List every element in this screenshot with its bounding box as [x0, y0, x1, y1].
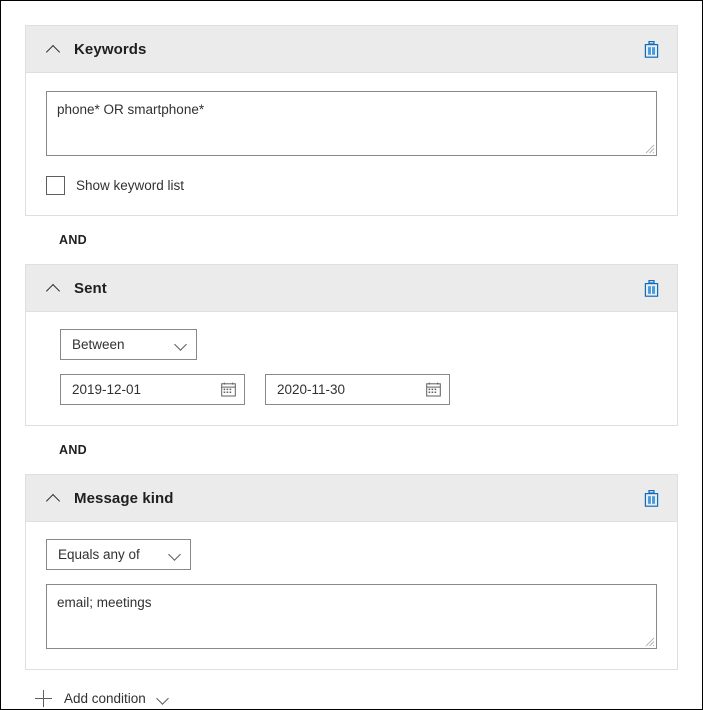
condition-header-message-kind: Message kind	[26, 475, 677, 522]
chevron-up-icon	[47, 282, 60, 295]
separator-and-1: AND	[25, 216, 678, 264]
message-kind-input-wrap	[46, 584, 657, 649]
sent-date-from-value: 2019-12-01	[72, 382, 221, 397]
condition-card-sent: Sent Between 2019-12-01	[25, 264, 678, 426]
show-keyword-list-row[interactable]: Show keyword list	[46, 176, 184, 195]
delete-condition-message-kind[interactable]	[639, 486, 663, 510]
calendar-icon[interactable]	[426, 382, 441, 397]
chevron-up-icon	[47, 492, 60, 505]
trash-icon	[644, 490, 659, 507]
condition-header-keywords: Keywords	[26, 26, 677, 73]
condition-builder-panel: Keywords	[0, 0, 703, 710]
sent-operator-value: Between	[72, 337, 161, 352]
condition-title-keywords: Keywords	[74, 41, 639, 58]
keywords-query-input[interactable]	[46, 91, 657, 156]
chevron-down-icon	[175, 339, 187, 351]
collapse-toggle-sent[interactable]	[40, 275, 66, 301]
conditions-list: Keywords	[25, 25, 678, 707]
message-kind-operator-value: Equals any of	[58, 547, 155, 562]
delete-condition-keywords[interactable]	[639, 37, 663, 61]
chevron-up-icon	[47, 43, 60, 56]
show-keyword-list-checkbox[interactable]	[46, 176, 65, 195]
sent-date-to-field[interactable]: 2020-11-30	[265, 374, 450, 405]
sent-operator-dropdown[interactable]: Between	[60, 329, 197, 360]
keywords-input-wrap	[46, 91, 657, 156]
add-condition-button[interactable]: Add condition	[35, 690, 169, 707]
message-kind-value-input[interactable]	[46, 584, 657, 649]
condition-header-sent: Sent	[26, 265, 677, 312]
chevron-down-icon	[169, 549, 181, 561]
delete-condition-sent[interactable]	[639, 276, 663, 300]
trash-icon	[644, 280, 659, 297]
condition-card-keywords: Keywords	[25, 25, 678, 216]
add-condition-label: Add condition	[64, 691, 146, 706]
message-kind-operator-dropdown[interactable]: Equals any of	[46, 539, 191, 570]
condition-body-sent: Between 2019-12-01	[26, 312, 677, 425]
condition-body-keywords: Show keyword list	[26, 73, 677, 215]
plus-icon	[35, 690, 52, 707]
condition-card-message-kind: Message kind Equals any of	[25, 474, 678, 670]
sent-date-to-value: 2020-11-30	[277, 382, 426, 397]
sent-date-from-field[interactable]: 2019-12-01	[60, 374, 245, 405]
trash-icon	[644, 41, 659, 58]
chevron-down-icon	[157, 693, 169, 705]
sent-date-range-row: 2019-12-01	[60, 374, 657, 405]
collapse-toggle-message-kind[interactable]	[40, 485, 66, 511]
calendar-icon[interactable]	[221, 382, 236, 397]
separator-and-2: AND	[25, 426, 678, 474]
condition-title-sent: Sent	[74, 280, 639, 297]
collapse-toggle-keywords[interactable]	[40, 36, 66, 62]
condition-title-message-kind: Message kind	[74, 490, 639, 507]
condition-body-message-kind: Equals any of	[26, 522, 677, 669]
show-keyword-list-label: Show keyword list	[76, 178, 184, 193]
